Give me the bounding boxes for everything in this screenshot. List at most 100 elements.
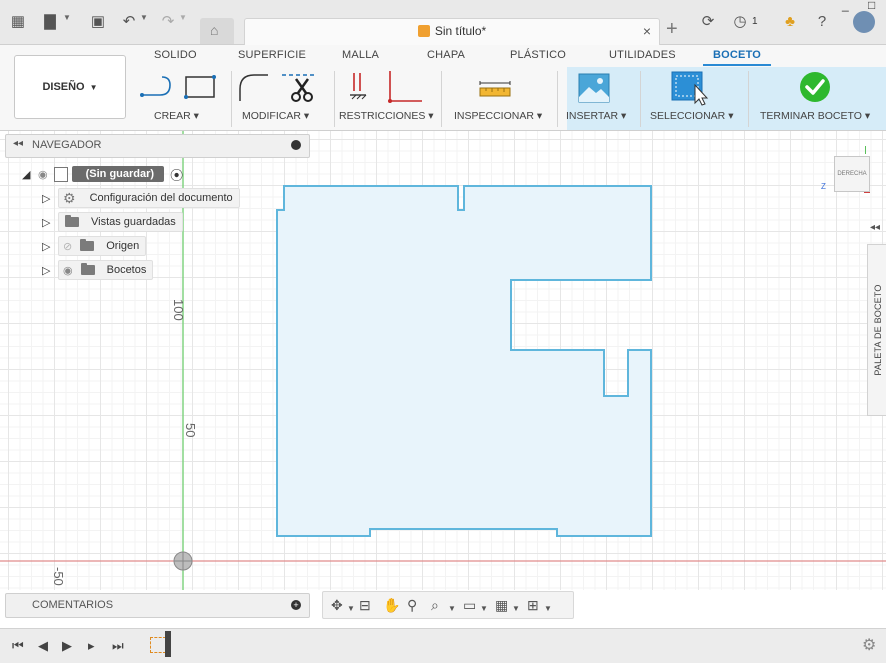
line-tool-icon xyxy=(140,76,171,97)
timeline-marker[interactable] xyxy=(165,631,171,657)
step-back-icon[interactable]: ◀ xyxy=(38,638,48,654)
tree-collapsed-icon[interactable]: ▷ xyxy=(42,264,58,277)
activate-radio-icon[interactable]: ⦿ xyxy=(170,165,183,184)
undo-icon[interactable]: ↶ xyxy=(119,12,139,32)
go-to-start-icon[interactable]: ⏮ xyxy=(12,638,24,654)
notifications-icon[interactable]: ♣ xyxy=(780,12,800,32)
tab-boceto[interactable]: BOCETO xyxy=(713,49,761,61)
add-comment-icon[interactable]: + xyxy=(291,600,301,610)
tree-item-label: Origen xyxy=(106,240,140,252)
axis-label-100: 100 xyxy=(171,299,186,321)
look-at-icon[interactable]: ⊟ xyxy=(359,596,371,614)
navigator-collapse-icon[interactable]: ◂◂ xyxy=(13,138,23,149)
group-terminar-boceto[interactable]: TERMINAR BOCETO ▾ xyxy=(760,110,870,122)
fillet-tool-icon xyxy=(239,74,268,101)
home-icon: ⌂ xyxy=(210,22,219,38)
timeline-settings-gear-icon[interactable]: ⚙ xyxy=(862,635,876,655)
file-dropdown-icon[interactable]: ▼ xyxy=(63,13,71,22)
extensions-icon[interactable]: ⟳ xyxy=(698,12,718,32)
redo-icon[interactable]: ↷ xyxy=(158,12,178,32)
navigation-toolbar: ✥ ▼ ⊟ ✋ ⚲ ⌕ ▼ ▭ ▼ ▦ ▼ ⊞ ▼ xyxy=(322,591,574,619)
play-icon[interactable]: ▶ xyxy=(62,638,72,654)
sketch-palette-label: PALETA DE BOCETO xyxy=(872,284,883,376)
avatar[interactable] xyxy=(853,11,875,33)
palette-expand-icon[interactable]: ◂◂ xyxy=(870,222,880,233)
zoom-dropdown-icon[interactable]: ▼ xyxy=(448,600,456,618)
navigator-toggle-icon[interactable] xyxy=(291,140,301,150)
display-dropdown-icon[interactable]: ▼ xyxy=(480,600,488,618)
tab-chapa[interactable]: CHAPA xyxy=(427,49,465,61)
job-status-icon[interactable]: ◷ xyxy=(730,12,750,32)
tree-item-bocetos[interactable]: ▷ ◉ Bocetos xyxy=(42,260,154,280)
file-icon[interactable]: ▇ xyxy=(40,12,60,32)
orbit-icon[interactable]: ✥ xyxy=(331,596,343,614)
tree-item-label: Vistas guardadas xyxy=(91,216,176,228)
crear-tools[interactable] xyxy=(136,73,218,103)
group-inspeccionar[interactable]: INSPECCIONAR ▾ xyxy=(454,110,542,122)
document-tab[interactable]: Sin título* × xyxy=(244,18,660,45)
viewports-icon[interactable]: ⊞ xyxy=(527,596,539,614)
fit-zoom-icon[interactable]: ⌕ xyxy=(431,596,439,614)
tab-malla[interactable]: MALLA xyxy=(342,49,379,61)
timeline-sketch-feature-icon[interactable] xyxy=(150,637,166,653)
restricciones-tools[interactable] xyxy=(348,71,428,105)
tree-root[interactable]: ◢ ◉ (Sin guardar) ⦿ xyxy=(22,164,183,184)
tree-collapsed-icon[interactable]: ▷ xyxy=(42,216,58,229)
display-settings-icon[interactable]: ▭ xyxy=(463,596,476,614)
workspace-dropdown-icon: ▼ xyxy=(89,82,98,92)
tree-item-origen[interactable]: ▷ ⊘ Origen xyxy=(42,236,147,256)
tree-item-vistas-guardadas[interactable]: ▷ Vistas guardadas xyxy=(42,212,183,232)
grid-settings-icon[interactable]: ▦ xyxy=(495,596,508,614)
undo-dropdown-icon[interactable]: ▼ xyxy=(140,13,148,22)
tree-collapsed-icon[interactable]: ▷ xyxy=(42,240,58,253)
close-tab-icon[interactable]: × xyxy=(643,23,651,39)
tab-superficie[interactable]: SUPERFICIE xyxy=(238,49,306,61)
group-crear[interactable]: CREAR ▾ xyxy=(154,110,199,122)
maximize-icon[interactable]: □ xyxy=(868,0,875,12)
group-seleccionar[interactable]: SELECCIONAR ▾ xyxy=(650,110,733,122)
origin-point-icon[interactable] xyxy=(173,551,193,571)
help-icon[interactable]: ? xyxy=(812,12,832,32)
workspace-switcher[interactable]: DISEÑO ▼ xyxy=(14,55,126,119)
modificar-tools[interactable] xyxy=(236,71,318,105)
viewcube-y-axis-icon xyxy=(865,146,866,154)
gear-icon: ⚙ xyxy=(63,189,76,206)
minimize-icon[interactable]: _ xyxy=(842,0,849,12)
insert-image-icon[interactable] xyxy=(578,73,610,103)
navigator-panel: ◂◂ NAVEGADOR xyxy=(5,134,310,158)
pan-hand-icon[interactable]: ✋ xyxy=(383,596,400,614)
zoom-icon[interactable]: ⚲ xyxy=(407,596,417,614)
measure-ruler-icon[interactable] xyxy=(478,79,512,99)
tab-plastico[interactable]: PLÁSTICO xyxy=(510,49,566,61)
axis-label-50: 50 xyxy=(183,423,198,438)
home-tab[interactable]: ⌂ xyxy=(200,18,234,44)
step-forward-icon[interactable]: ▸ xyxy=(88,638,95,654)
tree-expanded-icon[interactable]: ◢ xyxy=(22,168,38,181)
hidden-eye-icon[interactable]: ⊘ xyxy=(63,240,72,253)
grid-dropdown-icon[interactable]: ▼ xyxy=(512,600,520,618)
tree-collapsed-icon[interactable]: ▷ xyxy=(42,192,58,205)
group-insertar[interactable]: INSERTAR ▾ xyxy=(566,110,626,122)
new-tab-icon[interactable]: + xyxy=(666,19,678,39)
viewcube[interactable]: DERECHA xyxy=(834,156,870,192)
viewports-dropdown-icon[interactable]: ▼ xyxy=(544,600,552,618)
orbit-dropdown-icon[interactable]: ▼ xyxy=(347,600,355,618)
finish-sketch-check-icon[interactable] xyxy=(798,70,832,104)
sketch-palette-tab[interactable]: PALETA DE BOCETO xyxy=(867,244,886,416)
group-modificar[interactable]: MODIFICAR ▾ xyxy=(242,110,309,122)
visibility-eye-icon[interactable]: ◉ xyxy=(63,264,73,277)
comments-label: COMENTARIOS xyxy=(32,599,114,611)
go-to-end-icon[interactable]: ⏭ xyxy=(112,638,124,654)
redo-dropdown-icon[interactable]: ▼ xyxy=(179,13,187,22)
save-icon[interactable]: ▣ xyxy=(88,12,108,32)
tab-utilidades[interactable]: UTILIDADES xyxy=(609,49,676,61)
tree-root-label: (Sin guardar) xyxy=(71,166,165,182)
select-tool-icon[interactable] xyxy=(671,71,711,107)
workspace-label: DISEÑO xyxy=(42,81,85,93)
visibility-eye-icon[interactable]: ◉ xyxy=(38,168,48,181)
tab-solido[interactable]: SOLIDO xyxy=(154,49,197,61)
group-restricciones[interactable]: RESTRICCIONES ▾ xyxy=(339,110,434,122)
sketch-profile[interactable] xyxy=(276,185,652,537)
tree-item-configuracion[interactable]: ▷ ⚙ Configuración del documento xyxy=(42,188,240,208)
apps-grid-icon[interactable]: ▦ xyxy=(8,12,28,32)
